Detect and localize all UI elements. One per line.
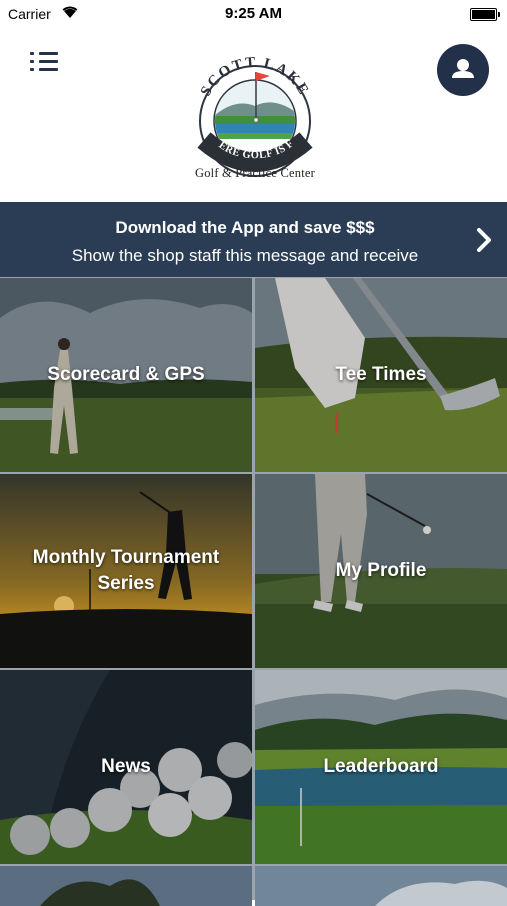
tile-label: Monthly Tournament Series <box>32 547 220 594</box>
tile-partial-left[interactable] <box>0 866 252 906</box>
tile-partial-right[interactable] <box>255 866 507 906</box>
promo-text: Show the shop staff this message and rec… <box>71 246 419 265</box>
tile-news[interactable]: News <box>0 670 252 864</box>
promo-title: Download the App and save $$$ <box>115 218 375 237</box>
partial-left-background <box>0 866 252 906</box>
tile-label: My Profile <box>335 560 427 581</box>
tile-label: Scorecard & GPS <box>47 364 205 385</box>
app-header: SCOTT LAKE WHERE GOLF IS FUN Golf & Prac… <box>0 28 507 202</box>
menu-button[interactable] <box>30 50 58 76</box>
chevron-right-icon <box>477 228 491 252</box>
tile-label: Tee Times <box>335 364 427 385</box>
partial-right-background <box>255 866 507 906</box>
feature-grid: Scorecard & GPS Tee Times Monthly Tourna… <box>0 277 507 906</box>
tile-scorecard-gps[interactable]: Scorecard & GPS <box>0 278 252 472</box>
status-bar: Carrier 9:25 AM <box>0 0 507 28</box>
tile-label: Leaderboard <box>323 756 439 777</box>
status-time: 9:25 AM <box>225 5 282 22</box>
user-icon <box>452 59 474 78</box>
promo-banner[interactable]: Download the App and save $$$ Show the s… <box>0 202 507 277</box>
tile-tee-times[interactable]: Tee Times <box>255 278 507 472</box>
profile-button[interactable] <box>437 44 489 96</box>
tile-my-profile[interactable]: My Profile <box>255 474 507 668</box>
logo-subtitle: Golf & Practice Center <box>195 166 315 180</box>
tile-label: News <box>101 756 151 777</box>
tile-monthly-tournament-series[interactable]: Monthly Tournament Series <box>0 474 252 668</box>
battery-icon <box>470 8 500 21</box>
tile-leaderboard[interactable]: Leaderboard <box>255 670 507 864</box>
